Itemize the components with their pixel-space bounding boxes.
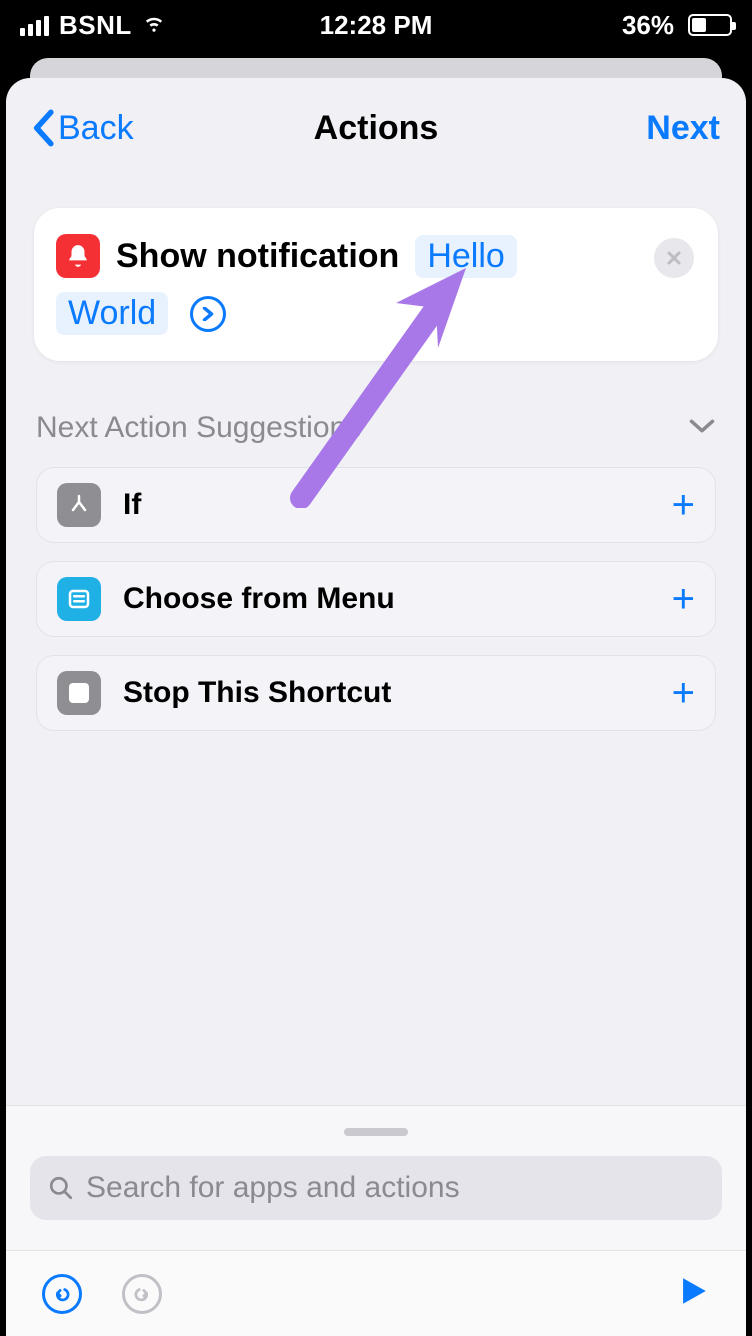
action-prefix-text: Show notification <box>116 237 399 276</box>
suggestion-item-if[interactable]: If + <box>36 467 716 543</box>
suggestion-label: Choose from Menu <box>123 582 395 616</box>
status-bar: BSNL 12:28 PM 36% <box>0 0 752 50</box>
chevron-down-icon <box>688 417 716 440</box>
run-button[interactable] <box>676 1274 710 1313</box>
page-title: Actions <box>6 109 746 148</box>
stop-icon <box>57 671 101 715</box>
redo-icon <box>133 1285 151 1303</box>
menu-icon <box>57 577 101 621</box>
expand-action-button[interactable] <box>190 296 226 332</box>
nav-bar: Back Actions Next <box>6 78 746 178</box>
chevron-right-icon <box>201 307 215 321</box>
suggestion-label: If <box>123 488 141 522</box>
if-icon <box>57 483 101 527</box>
redo-button[interactable] <box>122 1274 162 1314</box>
main-sheet: Back Actions Next Show notification Hell… <box>6 78 746 1336</box>
suggestion-item-stop-shortcut[interactable]: Stop This Shortcut + <box>36 655 716 731</box>
battery-icon <box>688 14 732 36</box>
search-panel[interactable]: Search for apps and actions <box>6 1105 746 1250</box>
search-placeholder: Search for apps and actions <box>86 1171 460 1205</box>
action-card[interactable]: Show notification Hello World <box>34 208 718 361</box>
undo-button[interactable] <box>42 1274 82 1314</box>
delete-action-button[interactable] <box>654 238 694 278</box>
search-icon <box>48 1175 74 1201</box>
play-icon <box>676 1274 710 1308</box>
suggestions-header-label: Next Action Suggestions <box>36 411 361 445</box>
add-suggestion-button[interactable]: + <box>672 673 695 713</box>
suggestions-list: If + Choose from Menu + Stop <box>36 467 716 731</box>
add-suggestion-button[interactable]: + <box>672 485 695 525</box>
suggestions-header[interactable]: Next Action Suggestions <box>36 411 716 445</box>
notification-body-token[interactable]: World <box>56 292 168 335</box>
close-icon <box>666 250 682 266</box>
notification-icon <box>56 234 100 278</box>
editor-toolbar <box>6 1250 746 1336</box>
add-suggestion-button[interactable]: + <box>672 579 695 619</box>
suggestion-label: Stop This Shortcut <box>123 676 391 710</box>
grabber-handle[interactable] <box>344 1128 408 1136</box>
clock: 12:28 PM <box>0 10 752 41</box>
notification-title-token[interactable]: Hello <box>415 235 516 278</box>
device-frame: BSNL 12:28 PM 36% Back Actions Next <box>0 0 752 1336</box>
suggestion-item-choose-menu[interactable]: Choose from Menu + <box>36 561 716 637</box>
undo-icon <box>53 1285 71 1303</box>
search-input[interactable]: Search for apps and actions <box>30 1156 722 1220</box>
